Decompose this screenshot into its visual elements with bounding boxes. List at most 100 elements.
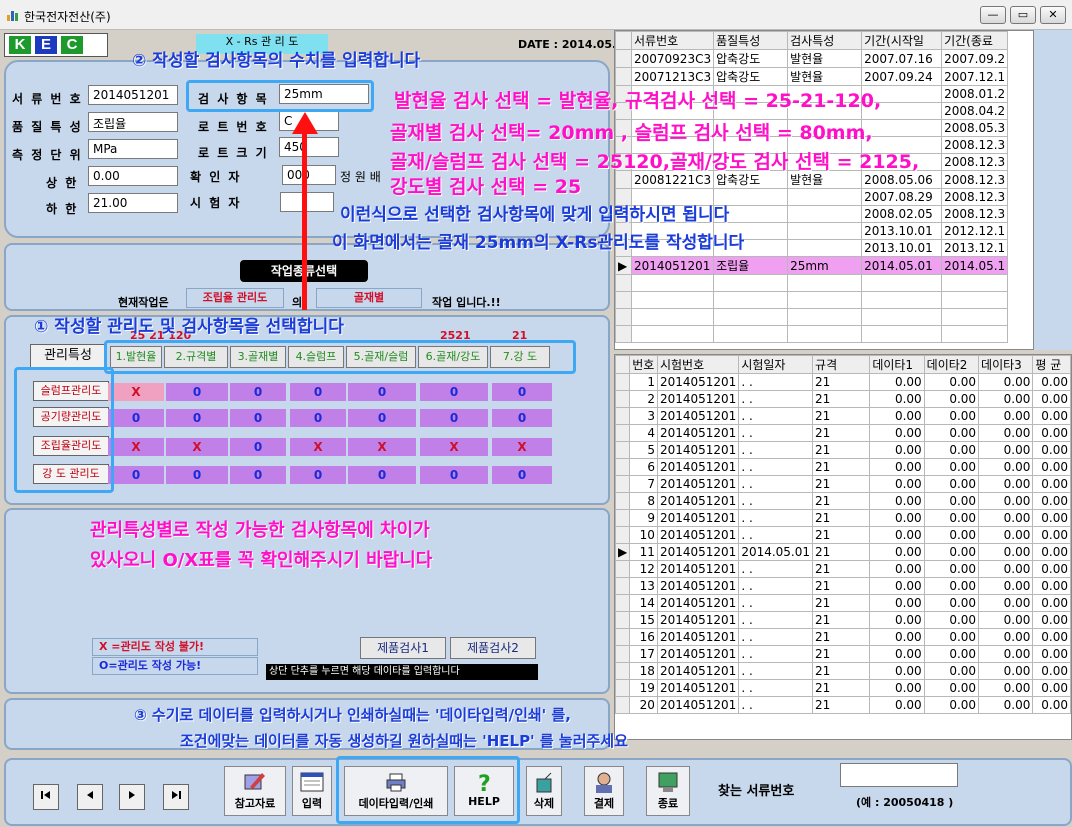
reference-button[interactable]: 참고자료 (224, 766, 286, 816)
table-row[interactable]: 2 2014051201. . 21 0.00 0.00 0.00 0.00 (615, 390, 1071, 408)
first-record-button[interactable] (33, 784, 59, 810)
matrix-cell[interactable]: X (348, 438, 416, 456)
table-row[interactable]: 9 2014051201. . 21 0.00 0.00 0.00 0.00 (615, 509, 1071, 527)
brand-letter-k: K (9, 36, 31, 54)
table-row[interactable]: 6 2014051201. . 21 0.00 0.00 0.00 0.00 (615, 458, 1071, 476)
document-grid[interactable]: 서류번호 품질특성 검사특성 기간(시작일 기간(종료 20070923C3 압축강도 발현율… (614, 30, 1034, 350)
close-button[interactable]: ✕ (1040, 6, 1066, 24)
column-header[interactable]: 시험일자 (738, 355, 814, 374)
table-row[interactable]: 18 2014051201. . 21 0.00 0.00 0.00 0.00 (615, 662, 1071, 680)
table-row[interactable]: 5 2014051201. . 21 0.00 0.00 0.00 0.00 (615, 441, 1071, 459)
matrix-cell[interactable]: X (492, 438, 552, 456)
matrix-cell[interactable]: 0 (348, 409, 416, 427)
matrix-cell[interactable]: 0 (420, 466, 488, 484)
table-row[interactable]: 10 2014051201. . 21 0.00 0.00 0.00 0.00 (615, 526, 1071, 544)
column-header[interactable]: 시험번호 (656, 355, 740, 374)
column-header[interactable]: 품질특성 (713, 31, 789, 50)
search-doc-input[interactable] (840, 763, 958, 787)
tester-select[interactable] (280, 192, 334, 212)
matrix-cell[interactable]: X (108, 438, 164, 456)
table-row[interactable] (615, 274, 1009, 292)
matrix-cell[interactable]: 0 (492, 466, 552, 484)
matrix-cell[interactable]: 0 (348, 466, 416, 484)
matrix-cell[interactable]: X (108, 383, 164, 401)
table-row[interactable]: 3 2014051201. . 21 0.00 0.00 0.00 0.00 (615, 407, 1071, 425)
matrix-cell[interactable]: 0 (420, 409, 488, 427)
matrix-cell[interactable]: X (166, 438, 228, 456)
data-grid[interactable]: 번호 시험번호 시험일자 규격 데이타1 데이타2 데이타3 평 균 1 2014051201. … (614, 354, 1072, 740)
table-row[interactable] (615, 325, 1009, 343)
table-row[interactable]: 19 2014051201. . 21 0.00 0.00 0.00 0.00 (615, 679, 1071, 697)
matrix-cell[interactable]: 0 (230, 409, 286, 427)
table-row[interactable]: 17 2014051201. . 21 0.00 0.00 0.00 0.00 (615, 645, 1071, 663)
person-icon (596, 772, 612, 793)
column-header[interactable]: 규격 (812, 355, 871, 374)
table-row[interactable]: 1 2014051201. . 21 0.00 0.00 0.00 0.00 (615, 373, 1071, 391)
matrix-cell[interactable]: 0 (492, 383, 552, 401)
column-header[interactable]: 데이타3 (978, 355, 1034, 374)
matrix-cell[interactable]: 0 (166, 383, 228, 401)
table-row[interactable] (615, 308, 1009, 326)
lower-field[interactable]: 21.00 (88, 193, 178, 213)
prev-icon (87, 791, 93, 799)
table-row[interactable]: 14 2014051201. . 21 0.00 0.00 0.00 0.00 (615, 594, 1071, 612)
table-row[interactable] (615, 291, 1009, 309)
matrix-cell[interactable]: X (420, 438, 488, 456)
approve-button[interactable]: 결제 (584, 766, 624, 816)
matrix-cell[interactable]: 0 (166, 466, 228, 484)
table-row[interactable]: 20070923C3 압축강도 발현율 2007.07.16 2007.09.2 (615, 49, 1009, 68)
unit-field[interactable]: MPa (88, 139, 178, 159)
table-row[interactable]: ▶ 11 2014051201 2014.05.01 21 0.00 0.00 0.00 0.0… (615, 543, 1071, 561)
table-row[interactable]: 15 2014051201. . 21 0.00 0.00 0.00 0.00 (615, 611, 1071, 629)
table-row[interactable]: 4 2014051201. . 21 0.00 0.00 0.00 0.00 (615, 424, 1071, 442)
table-row[interactable]: 20071213C3 압축강도 발현율 2007.09.24 2007.12.1 (615, 67, 1009, 86)
column-header[interactable]: 기간(시작일 (861, 31, 943, 50)
matrix-cell[interactable]: 0 (166, 409, 228, 427)
annotation-line-5: 이런식으로 선택한 검사항목에 맞게 입력하시면 됩니다 (340, 205, 730, 225)
upper-field[interactable]: 0.00 (88, 166, 178, 186)
product-test-2-button[interactable]: 제품검사2 (450, 637, 536, 659)
maximize-button[interactable]: ▭ (1010, 6, 1036, 24)
matrix-cell[interactable]: 0 (492, 409, 552, 427)
table-row[interactable]: 13 2014051201. . 21 0.00 0.00 0.00 0.00 (615, 577, 1071, 595)
matrix-cell[interactable]: X (290, 438, 346, 456)
step2-annotation: ② 작성할 검사항목의 수치를 입력합니다 (132, 51, 421, 71)
doc-no-field[interactable]: 2014051201 (88, 85, 178, 105)
quality-field[interactable]: 조립율 (88, 112, 178, 132)
column-header[interactable]: 평 균 (1032, 355, 1071, 374)
matrix-cell[interactable]: 0 (348, 383, 416, 401)
table-row[interactable]: 7 2014051201. . 21 0.00 0.00 0.00 0.00 (615, 475, 1071, 493)
confirm-select[interactable]: 000 (282, 165, 336, 185)
column-header[interactable]: 데이타1 (869, 355, 925, 374)
matrix-cell[interactable]: 0 (108, 466, 164, 484)
matrix-cell[interactable]: 0 (108, 409, 164, 427)
column-header[interactable]: 기간(종료 (941, 31, 1009, 50)
column-header[interactable]: 서류번호 (630, 31, 715, 50)
matrix-cell[interactable]: 0 (290, 383, 346, 401)
table-row[interactable]: 16 2014051201. . 21 0.00 0.00 0.00 0.00 (615, 628, 1071, 646)
matrix-cell[interactable]: 0 (290, 409, 346, 427)
column-header[interactable]: 번호 (629, 355, 658, 374)
lotsize-field[interactable]: 450 (279, 137, 339, 157)
matrix-cell[interactable]: 0 (290, 466, 346, 484)
prev-record-button[interactable] (77, 784, 103, 810)
last-record-button[interactable] (163, 784, 189, 810)
column-header[interactable]: 검사특성 (787, 31, 863, 50)
table-row[interactable]: 12 2014051201. . 21 0.00 0.00 0.00 0.00 (615, 560, 1071, 578)
product-test-1-button[interactable]: 제품검사1 (360, 637, 446, 659)
matrix-cell[interactable]: 0 (230, 438, 286, 456)
minimize-button[interactable]: — (980, 6, 1006, 24)
exit-button[interactable]: 종료 (646, 766, 690, 816)
matrix-cell[interactable]: 0 (230, 466, 286, 484)
input-button[interactable]: 입력 (292, 766, 332, 816)
matrix-cell[interactable]: 0 (420, 383, 488, 401)
person-label: 정 원 배 (340, 170, 381, 184)
upper-label: 상 한 (46, 176, 79, 190)
table-row[interactable]: ▶ 2014051201 조립율 25mm 2014.05.01 2014.05.1 (615, 256, 1009, 275)
next-record-button[interactable] (119, 784, 145, 810)
table-row[interactable]: 8 2014051201. . 21 0.00 0.00 0.00 0.00 (615, 492, 1071, 510)
delete-button[interactable]: 삭제 (526, 766, 562, 816)
column-header[interactable]: 데이타2 (923, 355, 980, 374)
matrix-cell[interactable]: 0 (230, 383, 286, 401)
table-row[interactable]: 20 2014051201. . 21 0.00 0.00 0.00 0.00 (615, 696, 1071, 714)
